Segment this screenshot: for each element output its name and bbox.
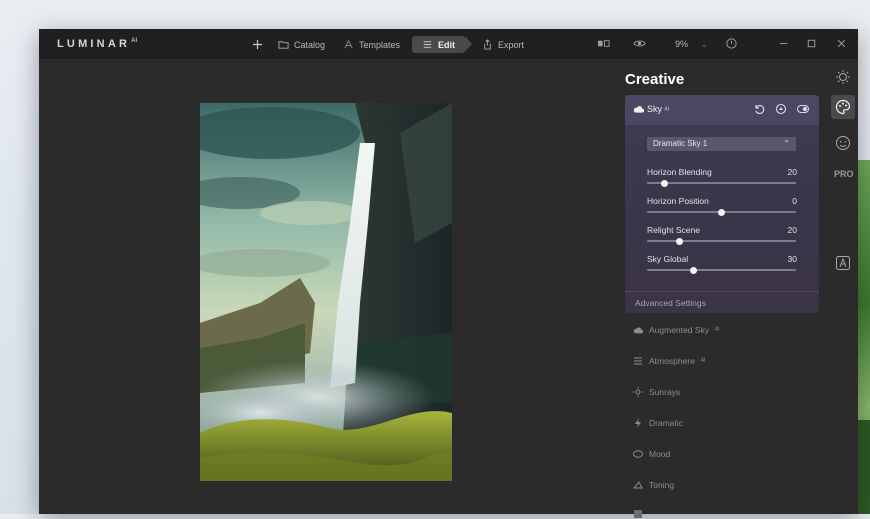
tool-augmented-sky[interactable]: Augmented Sky ᴬᴵ [633, 325, 719, 335]
slider-value-horizon-position: 0 [792, 196, 797, 206]
creative-palette-icon[interactable] [835, 99, 851, 115]
tool-label: Atmosphere [649, 356, 695, 366]
slider-knob[interactable] [718, 208, 725, 216]
ai-badge: ᴬᴵ [700, 357, 706, 365]
tool-label: Sunrays [649, 387, 681, 397]
slider-knob[interactable] [676, 237, 684, 245]
sky-global-slider[interactable] [647, 266, 796, 274]
horizon-position-slider[interactable] [647, 208, 796, 216]
slider-value-horizon-blending: 20 [787, 167, 797, 177]
toggle-visibility-icon[interactable] [797, 103, 809, 115]
cloud-icon [633, 106, 644, 113]
compare-icon[interactable] [597, 37, 610, 50]
export-icon [484, 39, 491, 50]
zoom-value: 9% [675, 39, 689, 49]
templates-label: Templates [359, 39, 401, 50]
zoom-dropdown[interactable]: 9% ⌄ [675, 39, 708, 50]
sky-preset-value: Dramatic Sky 1 [653, 139, 708, 148]
tool-atmosphere[interactable]: Atmosphere ᴬᴵ [633, 356, 705, 366]
slider-knob[interactable] [661, 179, 669, 187]
advanced-settings-link[interactable]: Advanced Settings [625, 291, 819, 313]
presets-a-icon[interactable] [835, 255, 851, 271]
folder-icon [278, 41, 289, 49]
sky-tool-card: Sky ᴬᴵ Dramatic Sky 1 ⌃ Horizon Blending… [625, 95, 819, 313]
cloud-icon [633, 327, 643, 334]
mask-brush-icon[interactable] [775, 103, 787, 115]
edit-label: Edit [438, 39, 455, 50]
sun-icon [633, 387, 643, 397]
catalog-tab[interactable]: Catalog [278, 36, 325, 53]
add-photo-button[interactable] [252, 36, 263, 53]
light-essentials-icon[interactable] [835, 69, 851, 85]
slider-label-horizon-blending: Horizon Blending [647, 167, 712, 177]
tool-label: Mood [649, 449, 671, 459]
tool-toning[interactable]: Toning [633, 480, 674, 490]
bolt-icon [635, 418, 641, 428]
templates-icon [344, 39, 353, 49]
tool-label: Toning [649, 480, 675, 490]
pro-tools-label[interactable]: PRO [834, 169, 854, 179]
luminar-window: LUMINARAI Catalog Templates Edit Export … [39, 29, 858, 518]
sky-tool-name: Sky ᴬᴵ [647, 104, 669, 114]
square-icon [634, 510, 642, 518]
history-icon[interactable] [725, 37, 738, 50]
sky-tool-header[interactable]: Sky ᴬᴵ [625, 95, 819, 125]
panel-title: Creative [625, 71, 685, 88]
slider-label-relight-scene: Relight Scene [647, 225, 700, 235]
sky-preset-select[interactable]: Dramatic Sky 1 ⌃ [647, 137, 796, 151]
sliders-icon [423, 41, 432, 48]
close-icon[interactable] [835, 37, 848, 50]
photo-canvas[interactable] [200, 103, 452, 481]
preview-eye-icon[interactable] [633, 37, 646, 50]
horizon-blending-slider[interactable] [647, 179, 796, 187]
waterfall-photo [200, 103, 452, 481]
slider-value-relight-scene: 20 [787, 225, 797, 235]
templates-tab[interactable]: Templates [343, 36, 400, 53]
slider-knob[interactable] [689, 266, 697, 274]
export-label: Export [498, 39, 525, 50]
relight-scene-slider[interactable] [647, 237, 796, 245]
top-bar: LUMINARAI Catalog Templates Edit Export … [39, 29, 858, 59]
tool-label: Augmented Sky [649, 325, 710, 335]
app-logo: LUMINARAI [57, 38, 138, 50]
toning-icon [633, 481, 643, 489]
tool-partial-next[interactable] [633, 509, 643, 519]
dropdown-caret-icon: ⌃ [783, 139, 790, 148]
minimize-icon[interactable] [777, 37, 790, 50]
chevron-down-icon: ⌄ [700, 39, 709, 49]
reset-icon[interactable] [753, 103, 765, 115]
slider-label-sky-global: Sky Global [647, 254, 689, 264]
tool-dramatic[interactable]: Dramatic [633, 418, 683, 428]
mask-icon [633, 450, 643, 458]
export-tab[interactable]: Export [482, 36, 524, 53]
ai-badge: ᴬᴵ [715, 326, 720, 334]
maximize-icon[interactable] [805, 37, 818, 50]
tool-sunrays[interactable]: Sunrays [633, 387, 680, 397]
edit-tab[interactable]: Edit [412, 36, 472, 53]
slider-label-horizon-position: Horizon Position [647, 196, 709, 206]
slider-value-sky-global: 30 [787, 254, 797, 264]
tool-mood[interactable]: Mood [633, 449, 670, 459]
plus-icon [252, 39, 263, 50]
lines-icon [634, 357, 642, 365]
tool-label: Dramatic [649, 418, 684, 428]
portrait-face-icon[interactable] [835, 135, 851, 151]
catalog-label: Catalog [294, 39, 326, 50]
